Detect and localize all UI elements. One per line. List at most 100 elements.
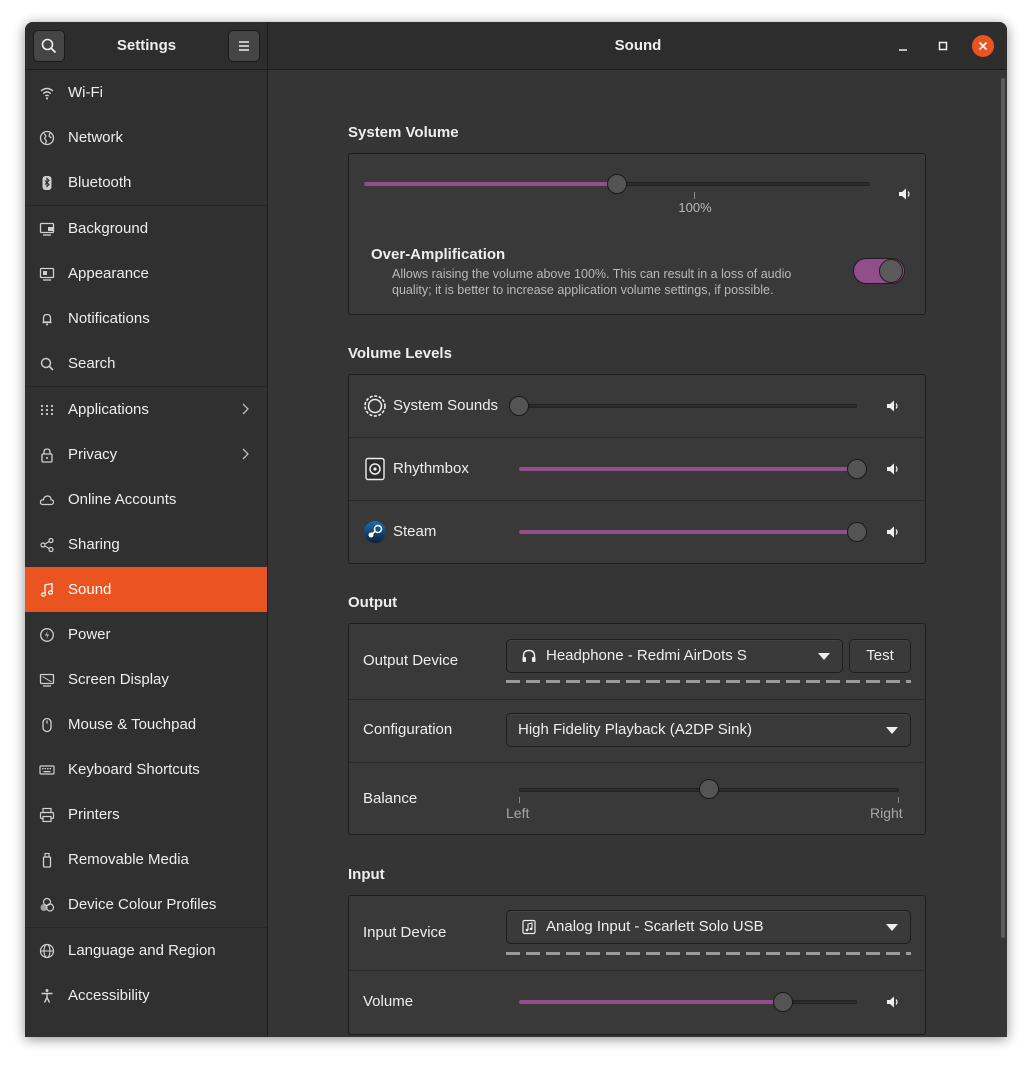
globe-icon	[39, 130, 55, 146]
sidebar-item-accessibility[interactable]: Accessibility	[25, 973, 267, 1018]
row-separator	[349, 437, 925, 438]
test-button[interactable]: Test	[849, 639, 911, 673]
app-name: Steam	[393, 523, 437, 540]
sidebar-item-power[interactable]: Power	[25, 612, 267, 657]
wifi-icon	[39, 85, 55, 101]
sidebar-item-language-region[interactable]: Language and Region	[25, 928, 267, 973]
balance-label: Balance	[363, 790, 418, 807]
bell-icon	[39, 311, 55, 327]
test-label: Test	[866, 647, 894, 664]
sidebar-item-label: Keyboard Shortcuts	[68, 761, 200, 778]
sidebar-item-label: Online Accounts	[68, 491, 177, 508]
sidebar-item-label: Device Colour Profiles	[68, 896, 217, 913]
sidebar-item-label: Bluetooth	[68, 174, 132, 191]
right-mark	[898, 797, 899, 803]
background-icon	[39, 221, 55, 237]
usb-icon	[39, 852, 55, 868]
sidebar-item-online-accounts[interactable]: Online Accounts	[25, 477, 267, 522]
left-mark	[519, 797, 520, 803]
dropdown-arrow-icon	[886, 924, 898, 931]
output-heading: Output	[348, 594, 398, 611]
appearance-icon	[39, 266, 55, 282]
sidebar-item-appearance[interactable]: Appearance	[25, 251, 267, 296]
system-sounds-slider[interactable]	[519, 404, 857, 408]
menu-button[interactable]	[228, 30, 260, 62]
close-button[interactable]	[972, 35, 994, 57]
steam-icon	[363, 520, 387, 544]
output-level-meter	[506, 680, 911, 683]
sidebar-item-label: Wi-Fi	[68, 84, 103, 101]
configuration-dropdown[interactable]: High Fidelity Playback (A2DP Sink)	[506, 713, 911, 747]
scrollbar[interactable]	[1001, 78, 1005, 938]
language-icon	[39, 943, 55, 959]
maximize-button[interactable]	[932, 35, 954, 57]
row-separator	[349, 762, 925, 763]
sidebar-item-keyboard-shortcuts[interactable]: Keyboard Shortcuts	[25, 747, 267, 792]
audio-card-icon	[521, 919, 537, 935]
sidebar-item-search[interactable]: Search	[25, 341, 267, 386]
minimize-button[interactable]	[892, 35, 914, 57]
output-device-dropdown[interactable]: Headphone - Redmi AirDots S	[506, 639, 843, 673]
headphones-icon	[521, 648, 537, 664]
settings-window: Settings Sound Wi-Fi Network Bluetooth B…	[25, 22, 1007, 1037]
speaker-icon[interactable]	[885, 398, 901, 414]
mouse-icon	[39, 717, 55, 733]
sidebar-item-label: Removable Media	[68, 851, 189, 868]
balance-right-label: Right	[870, 805, 903, 821]
keyboard-icon	[39, 762, 55, 778]
output-frame: Output Device Headphone - Redmi AirDots …	[348, 623, 926, 835]
sidebar-item-label: Network	[68, 129, 124, 146]
sidebar-item-network[interactable]: Network	[25, 115, 267, 160]
input-volume-knob[interactable]	[773, 992, 793, 1012]
sidebar-item-applications[interactable]: Applications	[25, 387, 267, 432]
sidebar-item-label: Accessibility	[68, 987, 150, 1004]
system-volume-frame: 100% Over-Amplification Allows raising t…	[348, 153, 926, 315]
sidebar-item-notifications[interactable]: Notifications	[25, 296, 267, 341]
share-icon	[39, 537, 55, 553]
sidebar-item-label: Notifications	[68, 310, 150, 327]
balance-knob[interactable]	[699, 779, 719, 799]
rhythmbox-knob[interactable]	[847, 459, 867, 479]
steam-knob[interactable]	[847, 522, 867, 542]
sidebar-item-wifi[interactable]: Wi-Fi	[25, 70, 267, 115]
sidebar-item-printers[interactable]: Printers	[25, 792, 267, 837]
sidebar-item-label: Mouse & Touchpad	[68, 716, 197, 733]
sidebar-item-mouse-touchpad[interactable]: Mouse & Touchpad	[25, 702, 267, 747]
speaker-icon[interactable]	[885, 994, 901, 1010]
row-separator	[349, 500, 925, 501]
sidebar-item-screen-display[interactable]: Screen Display	[25, 657, 267, 702]
search-button[interactable]	[33, 30, 65, 62]
cloud-icon	[39, 492, 55, 508]
app-name: System Sounds	[393, 397, 499, 414]
sidebar-item-sound[interactable]: Sound	[25, 567, 267, 612]
system-volume-fill	[364, 182, 617, 186]
speaker-icon[interactable]	[885, 524, 901, 540]
sidebar-item-sharing[interactable]: Sharing	[25, 522, 267, 567]
sidebar: Wi-Fi Network Bluetooth Background Appea…	[25, 70, 268, 1037]
sidebar-header: Settings	[25, 22, 268, 70]
sidebar-item-device-colour-profiles[interactable]: Device Colour Profiles	[25, 882, 267, 927]
sidebar-item-label: Sharing	[68, 536, 120, 553]
input-device-dropdown[interactable]: Analog Input - Scarlett Solo USB	[506, 910, 911, 944]
sidebar-item-label: Background	[68, 220, 149, 237]
sidebar-item-privacy[interactable]: Privacy	[25, 432, 267, 477]
configuration-label: Configuration	[363, 721, 453, 738]
header-bar: Settings Sound	[25, 22, 1007, 70]
maximize-icon	[938, 41, 948, 51]
speaker-icon[interactable]	[897, 186, 913, 202]
input-volume-fill	[519, 1000, 783, 1004]
sidebar-item-label: Applications	[68, 401, 149, 418]
rhythmbox-icon	[363, 457, 387, 481]
sidebar-item-label: Privacy	[68, 446, 118, 463]
search-icon	[39, 356, 55, 372]
input-device-value: Analog Input - Scarlett Solo USB	[546, 918, 764, 935]
sidebar-item-background[interactable]: Background	[25, 206, 267, 251]
volume-levels-frame: System Sounds Rhythmbox Steam	[348, 374, 926, 564]
speaker-icon[interactable]	[885, 461, 901, 477]
output-device-label: Output Device	[363, 652, 459, 669]
system-sounds-knob[interactable]	[509, 396, 529, 416]
over-amplification-switch[interactable]	[853, 258, 905, 284]
sidebar-item-removable-media[interactable]: Removable Media	[25, 837, 267, 882]
system-volume-knob[interactable]	[607, 174, 627, 194]
sidebar-item-bluetooth[interactable]: Bluetooth	[25, 160, 267, 205]
